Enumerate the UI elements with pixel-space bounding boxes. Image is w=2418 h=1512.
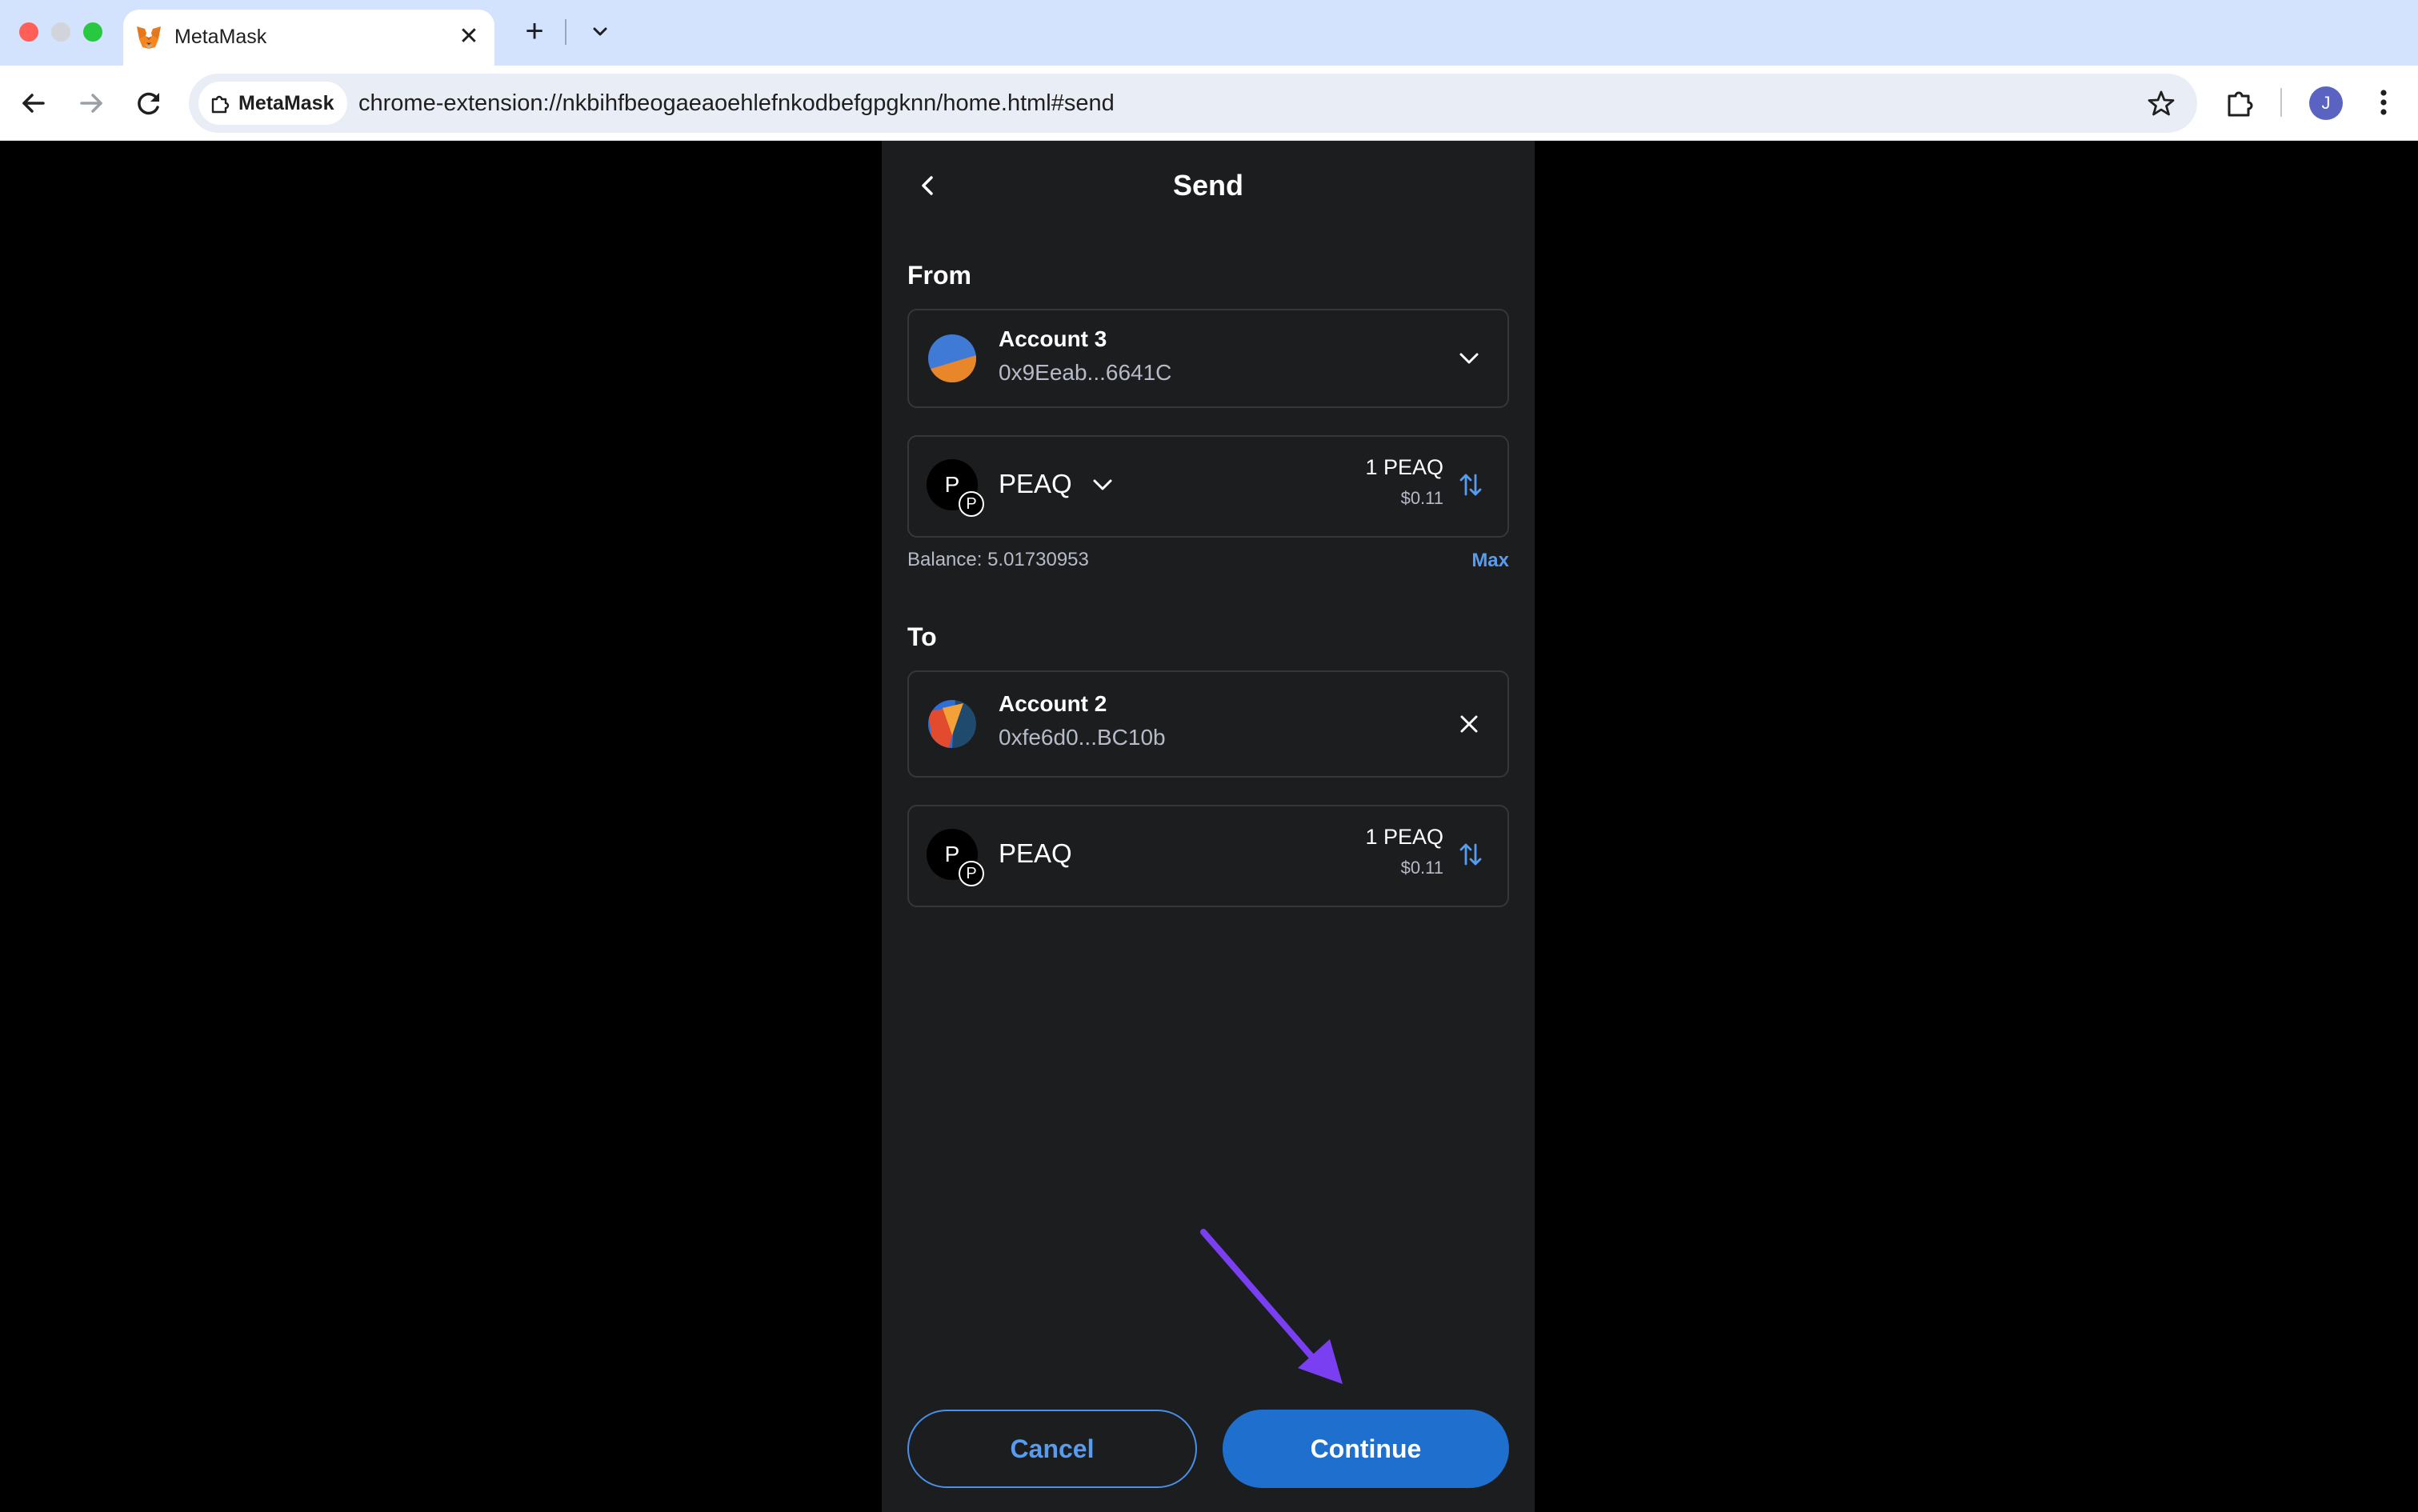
url-text[interactable]: chrome-extension://nkbihfbeogaeaoehlefnk… xyxy=(358,90,1115,117)
site-chip-label: MetaMask xyxy=(238,91,334,114)
annotation-arrow-icon xyxy=(1200,1229,1343,1384)
from-token-fiat-value: $0.11 xyxy=(1400,488,1443,508)
to-account-name: Account 2 xyxy=(999,691,1107,716)
address-bar[interactable]: MetaMask chrome-extension://nkbihfbeogae… xyxy=(189,74,2197,133)
star-icon[interactable] xyxy=(2146,88,2176,118)
swap-vertical-icon[interactable] xyxy=(1456,470,1485,499)
cancel-button[interactable]: Cancel xyxy=(907,1410,1197,1488)
from-token-amount-field[interactable]: P P PEAQ 1 PEAQ $0.11 xyxy=(907,435,1509,538)
tab-search-chevron-icon[interactable] xyxy=(584,16,616,48)
from-account-address: 0x9Eeab...6641C xyxy=(999,360,1172,385)
to-token-symbol: PEAQ xyxy=(999,838,1072,868)
back-arrow-icon[interactable] xyxy=(14,84,53,122)
network-badge-icon: P xyxy=(959,491,984,517)
window-zoom-button[interactable] xyxy=(83,22,102,42)
tab-close-icon[interactable]: ✕ xyxy=(454,23,483,52)
browser-tab-strip: MetaMask ✕ + xyxy=(0,0,2418,66)
from-token-symbol[interactable]: PEAQ xyxy=(999,467,1072,501)
browser-toolbar: MetaMask chrome-extension://nkbihfbeogae… xyxy=(0,66,2418,141)
network-badge-icon: P xyxy=(959,861,984,886)
chevron-down-icon[interactable] xyxy=(1453,342,1485,374)
tab-separator xyxy=(565,19,566,45)
peaq-token-avatar: P P xyxy=(927,459,984,517)
tab-title: MetaMask xyxy=(174,26,267,48)
to-token-amount: 1 PEAQ xyxy=(1365,825,1443,849)
account-2-avatar xyxy=(928,700,976,748)
window-minimize-button[interactable] xyxy=(51,22,70,42)
reload-icon[interactable] xyxy=(130,84,168,122)
account-3-avatar xyxy=(928,334,976,382)
extension-puzzle-icon xyxy=(211,95,230,114)
continue-button[interactable]: Continue xyxy=(1223,1410,1509,1488)
from-token-amount-input[interactable]: 1 PEAQ xyxy=(1365,453,1443,482)
to-recipient-field[interactable]: Account 2 0xfe6d0...BC10b xyxy=(907,670,1509,778)
to-label: To xyxy=(907,622,937,651)
from-label: From xyxy=(907,261,971,290)
profile-avatar[interactable]: J xyxy=(2309,86,2343,120)
to-token-fiat-value: $0.11 xyxy=(1400,858,1443,878)
to-account-address: 0xfe6d0...BC10b xyxy=(999,725,1166,750)
toolbar-separator xyxy=(2280,88,2282,117)
new-tab-button[interactable]: + xyxy=(517,14,552,50)
window-close-button[interactable] xyxy=(19,22,38,42)
from-account-picker[interactable]: Account 3 0x9Eeab...6641C xyxy=(907,309,1509,408)
max-button[interactable]: Max xyxy=(1471,547,1509,574)
metamask-fox-icon xyxy=(137,26,161,49)
peaq-token-avatar: P P xyxy=(927,829,984,886)
swap-vertical-icon[interactable] xyxy=(1456,840,1485,869)
from-account-name: Account 3 xyxy=(999,326,1107,351)
to-token-amount-field: P P PEAQ 1 PEAQ $0.11 xyxy=(907,805,1509,907)
kebab-menu-icon[interactable] xyxy=(2368,85,2399,120)
site-info-chip[interactable]: MetaMask xyxy=(198,82,347,125)
token-chevron-down-icon[interactable] xyxy=(1087,469,1119,501)
balance-text: Balance: 5.01730953 xyxy=(907,549,1089,570)
extensions-puzzle-icon[interactable] xyxy=(2223,85,2258,120)
close-icon[interactable] xyxy=(1453,708,1485,740)
browser-tab-metamask[interactable]: MetaMask ✕ xyxy=(123,10,494,66)
page-title: Send xyxy=(1172,169,1243,202)
forward-arrow-icon[interactable] xyxy=(72,84,110,122)
